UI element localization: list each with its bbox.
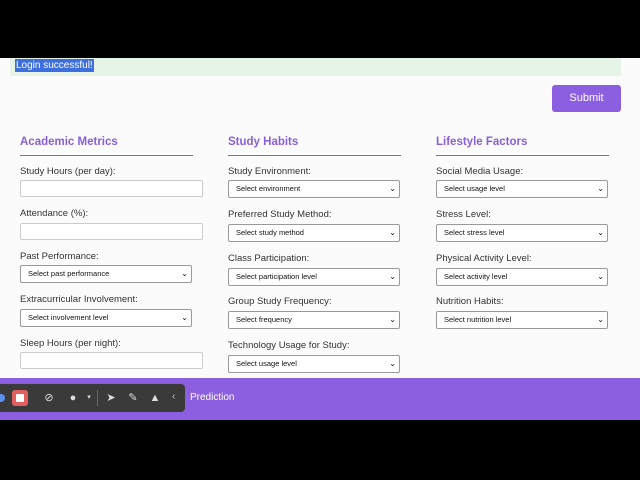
chevron-down-icon: ⌄ (597, 272, 604, 281)
past-performance-select[interactable]: Select past performance ⌄ (20, 265, 192, 283)
chevron-down-icon: ⌄ (389, 228, 396, 237)
social-media-label: Social Media Usage: (436, 166, 524, 177)
broom-icon[interactable]: ▲ (147, 390, 163, 406)
app-screen: Login successful! Submit Academic Metric… (0, 58, 640, 420)
study-environment-select[interactable]: Select environment ⌄ (228, 180, 400, 198)
extracurricular-select[interactable]: Select involvement level ⌄ (20, 309, 192, 327)
nutrition-habits-value: Select nutrition level (444, 315, 512, 324)
past-performance-value: Select past performance (28, 269, 110, 278)
nutrition-habits-label: Nutrition Habits: (436, 296, 504, 307)
stress-level-label: Stress Level: (436, 209, 491, 220)
physical-activity-value: Select activity level (444, 272, 508, 281)
study-method-label: Preferred Study Method: (228, 209, 332, 220)
stress-level-value: Select stress level (444, 228, 505, 237)
pen-icon[interactable]: ✎ (125, 390, 141, 406)
chevron-down-icon: ⌄ (389, 184, 396, 193)
microphone-icon[interactable]: ● (65, 390, 81, 406)
technology-usage-value: Select usage level (236, 359, 297, 368)
section-divider (228, 155, 401, 156)
camera-off-icon[interactable]: ⊘ (41, 390, 57, 406)
chevron-down-icon: ⌄ (597, 184, 604, 193)
chevron-down-icon: ⌄ (389, 359, 396, 368)
academic-metrics-title: Academic Metrics (20, 136, 118, 148)
chevron-down-icon[interactable]: ▾ (81, 390, 97, 406)
attendance-label: Attendance (%): (20, 208, 89, 219)
group-study-value: Select frequency (236, 315, 292, 324)
lifestyle-factors-card: Lifestyle Factors Social Media Usage: Se… (426, 130, 618, 390)
nutrition-habits-select[interactable]: Select nutrition level ⌄ (436, 311, 608, 329)
class-participation-select[interactable]: Select participation level ⌄ (228, 268, 400, 286)
chevron-down-icon: ⌄ (597, 315, 604, 324)
alert-text: Login successful! (15, 59, 94, 72)
chevron-down-icon: ⌄ (597, 228, 604, 237)
footer-prediction-text: Prediction (190, 392, 235, 403)
technology-usage-label: Technology Usage for Study: (228, 340, 350, 351)
study-habits-title: Study Habits (228, 136, 299, 148)
group-study-select[interactable]: Select frequency ⌄ (228, 311, 400, 329)
submit-button[interactable]: Submit (552, 85, 621, 112)
lifestyle-factors-title: Lifestyle Factors (436, 136, 528, 148)
chevron-down-icon: ⌄ (181, 269, 188, 278)
section-divider (436, 155, 609, 156)
physical-activity-label: Physical Activity Level: (436, 253, 532, 264)
extracurricular-label: Extracurricular Involvement: (20, 294, 138, 305)
social-media-value: Select usage level (444, 184, 505, 193)
class-participation-value: Select participation level (236, 272, 317, 281)
sleep-hours-label: Sleep Hours (per night): (20, 338, 121, 349)
toolbar-handle[interactable] (0, 394, 5, 402)
section-divider (20, 155, 193, 156)
chevron-down-icon: ⌄ (389, 315, 396, 324)
social-media-select[interactable]: Select usage level ⌄ (436, 180, 608, 198)
class-participation-label: Class Participation: (228, 253, 310, 264)
study-environment-value: Select environment (236, 184, 301, 193)
sleep-hours-input[interactable] (20, 352, 203, 369)
technology-usage-select[interactable]: Select usage level ⌄ (228, 355, 400, 373)
study-method-select[interactable]: Select study method ⌄ (228, 224, 400, 242)
extracurricular-value: Select involvement level (28, 313, 109, 322)
academic-metrics-card: Academic Metrics Study Hours (per day): … (10, 130, 203, 390)
attendance-input[interactable] (20, 223, 203, 240)
chevron-left-icon[interactable]: ‹ (172, 391, 175, 402)
chevron-down-icon: ⌄ (389, 272, 396, 281)
study-hours-label: Study Hours (per day): (20, 166, 116, 177)
chevron-down-icon: ⌄ (181, 313, 188, 322)
stress-level-select[interactable]: Select stress level ⌄ (436, 224, 608, 242)
past-performance-label: Past Performance: (20, 251, 99, 262)
study-habits-card: Study Habits Study Environment: Select e… (218, 130, 410, 390)
study-hours-input[interactable] (20, 180, 203, 197)
stop-icon[interactable] (12, 390, 28, 406)
physical-activity-select[interactable]: Select activity level ⌄ (436, 268, 608, 286)
pointer-icon[interactable]: ➤ (103, 390, 119, 406)
group-study-label: Group Study Frequency: (228, 296, 332, 307)
success-alert: Login successful! (10, 58, 621, 76)
recorder-toolbar: ⊘ ● ▾ ➤ ✎ ▲ (0, 384, 185, 412)
toolbar-divider (97, 390, 98, 406)
study-environment-label: Study Environment: (228, 166, 311, 177)
study-method-value: Select study method (236, 228, 304, 237)
